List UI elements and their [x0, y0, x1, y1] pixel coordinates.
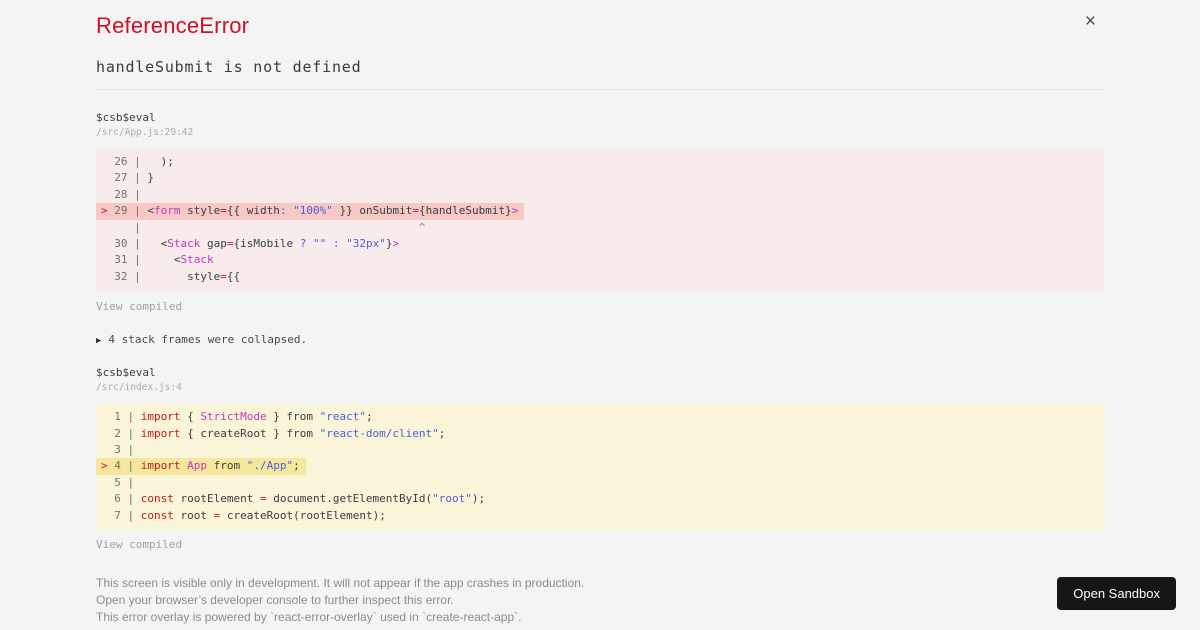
code-line: 3 | — [107, 443, 141, 457]
code-line: 27 | } — [107, 171, 154, 185]
code-line: 1 | import { StrictMode } from "react"; — [107, 410, 373, 424]
frame-function-name: $csb$eval — [96, 366, 156, 380]
stack-frame-app: $csb$eval /src/App.js:29:42 26 | ); 27 |… — [96, 111, 1104, 313]
code-line: 2 | import { createRoot } from "react-do… — [107, 426, 446, 440]
code-line: 28 | — [107, 187, 148, 201]
code-line: 5 | — [107, 475, 141, 489]
code-line: 6 | const rootElement = document.getElem… — [107, 492, 486, 506]
code-line: 31 | <Stack — [107, 253, 214, 267]
footer-note-dev-only: This screen is visible only in developme… — [96, 576, 585, 591]
code-line: 30 | <Stack gap={isMobile ? "" : "32px"}… — [107, 237, 400, 251]
frame-file-path: /src/App.js:29:42 — [96, 127, 194, 138]
code-frame-app: 26 | ); 27 | } 28 | > 29 | <form style={… — [96, 149, 1104, 292]
footer-note-powered-by: This error overlay is powered by `react-… — [96, 610, 522, 625]
error-title: ReferenceError — [96, 13, 250, 38]
code-frame-index: 1 | import { StrictMode } from "react"; … — [96, 404, 1104, 531]
footer-note-console: Open your browser’s developer console to… — [96, 593, 454, 608]
collapsed-frames-toggle[interactable]: ▶ 4 stack frames were collapsed. — [96, 333, 307, 346]
view-compiled-link[interactable]: View compiled — [96, 300, 182, 313]
collapsed-frames-label: 4 stack frames were collapsed. — [108, 333, 308, 347]
stack-frame-index: $csb$eval /src/index.js:4 1 | import { S… — [96, 366, 1104, 551]
code-line: > 4 | import App from "./App"; — [96, 458, 1104, 475]
error-overlay: × ReferenceError handleSubmit is not def… — [0, 0, 1200, 626]
view-compiled-link[interactable]: View compiled — [96, 538, 182, 551]
frame-function-name: $csb$eval — [96, 111, 156, 124]
code-line: > 29 | <form style={{ width: "100%" }} o… — [96, 203, 1104, 220]
triangle-right-icon: ▶ — [96, 336, 102, 347]
code-line: | ^ — [107, 220, 426, 234]
code-line: 32 | style={{ — [107, 269, 241, 283]
close-icon[interactable]: × — [1085, 12, 1096, 31]
code-line: 26 | ); — [107, 155, 174, 168]
open-sandbox-button[interactable]: Open Sandbox — [1057, 577, 1176, 610]
footer-notes: This screen is visible only in developme… — [96, 575, 1104, 626]
error-message: handleSubmit is not defined — [96, 58, 362, 76]
code-line: 7 | const root = createRoot(rootElement)… — [107, 508, 386, 522]
frame-file-path: /src/index.js:4 — [96, 382, 182, 394]
divider — [96, 89, 1104, 90]
